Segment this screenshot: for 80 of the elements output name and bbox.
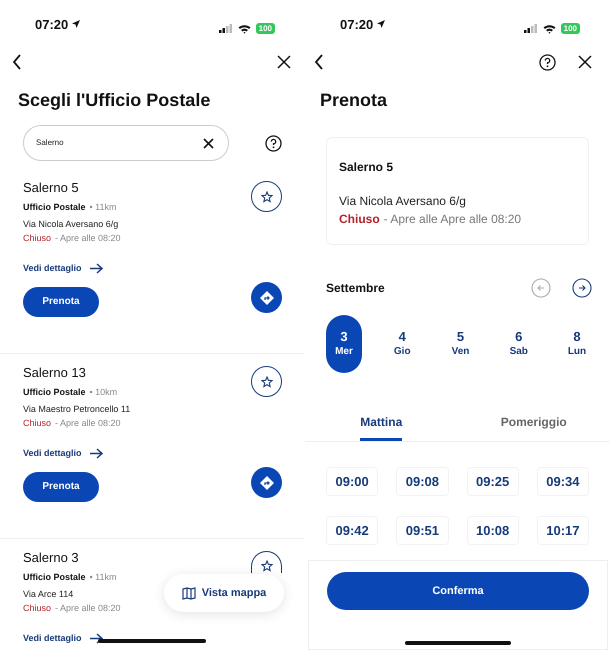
favorite-star-button[interactable] xyxy=(251,551,282,573)
opening-time: - Apre alle Apre alle 08:20 xyxy=(384,211,522,228)
page-title: Prenota xyxy=(319,88,388,112)
day-button[interactable]: 5 Ven xyxy=(442,315,478,373)
office-address: Via Nicola Aversano 6/g xyxy=(23,218,120,230)
period-tab[interactable]: Pomeriggio xyxy=(500,413,567,441)
period-tab[interactable]: Mattina xyxy=(360,413,402,441)
office-distance: • 11km xyxy=(90,201,117,213)
office-distance: • 11km xyxy=(90,571,117,583)
office-type: Ufficio Postale xyxy=(23,201,86,213)
month-label: Settembre xyxy=(326,280,385,297)
closed-status: Chiuso xyxy=(339,211,380,228)
favorite-star-button[interactable] xyxy=(251,181,282,212)
back-icon[interactable] xyxy=(12,54,22,70)
time-slot[interactable]: 09:08 xyxy=(396,467,448,496)
details-link[interactable]: Vedi dettaglio xyxy=(23,632,82,646)
office-name: Salerno 3 xyxy=(23,549,80,567)
time-slot[interactable]: 09:00 xyxy=(326,467,378,496)
map-icon xyxy=(182,586,196,600)
close-icon[interactable] xyxy=(277,55,291,69)
time-slot[interactable]: 09:51 xyxy=(396,516,448,545)
arrow-right-icon xyxy=(90,448,103,460)
location-arrow-icon xyxy=(71,19,82,30)
clock-time: 07:20 xyxy=(340,16,374,34)
directions-icon xyxy=(258,474,274,490)
time-slot[interactable]: 09:25 xyxy=(466,467,519,496)
help-icon[interactable] xyxy=(539,54,556,70)
signal-icon xyxy=(524,24,538,33)
arrow-right-icon xyxy=(90,263,103,274)
time-slot[interactable]: 09:34 xyxy=(536,467,589,496)
search-input[interactable]: Salerno xyxy=(36,137,176,149)
time-slot[interactable]: 10:17 xyxy=(536,516,589,545)
office-name: Salerno 5 xyxy=(339,159,394,176)
closed-status: Chiuso xyxy=(23,602,52,614)
signal-icon xyxy=(218,24,233,33)
wifi-icon xyxy=(238,24,251,34)
office-distance: • 10km xyxy=(90,386,118,398)
opening-time: - Apre alle 08:20 xyxy=(55,232,121,244)
confirm-button[interactable]: Conferma xyxy=(327,572,589,610)
details-link[interactable]: Vedi dettaglio xyxy=(23,447,82,460)
day-button[interactable]: 4 Gio xyxy=(384,315,420,373)
page-title: Scegli l'Ufficio Postale xyxy=(17,88,212,112)
location-arrow-icon xyxy=(376,19,386,30)
battery-level: 100 xyxy=(560,23,580,34)
office-type: Ufficio Postale xyxy=(23,571,86,583)
day-button[interactable]: 3 Mer xyxy=(326,315,362,373)
wifi-icon xyxy=(542,24,556,34)
clock-time: 07:20 xyxy=(35,16,68,34)
book-button[interactable]: Prenota xyxy=(23,286,99,316)
star-icon xyxy=(260,190,272,202)
favorite-star-button[interactable] xyxy=(251,366,282,397)
search-field[interactable]: Salerno xyxy=(23,125,229,161)
battery-level: 100 xyxy=(256,23,275,34)
book-button[interactable]: Prenota xyxy=(23,472,99,502)
opening-time: - Apre alle 08:20 xyxy=(55,417,121,429)
star-icon xyxy=(260,560,272,572)
time-slot[interactable]: 09:42 xyxy=(326,516,378,545)
directions-button[interactable] xyxy=(251,467,282,498)
close-icon[interactable] xyxy=(578,55,592,69)
star-icon xyxy=(260,376,272,388)
closed-status: Chiuso xyxy=(23,232,52,244)
office-address: Via Nicola Aversano 6/g xyxy=(339,193,467,210)
opening-time: - Apre alle 08:20 xyxy=(55,602,121,614)
office-address: Via Maestro Petroncello 11 xyxy=(23,403,130,415)
office-address: Via Arce 114 xyxy=(23,588,74,600)
day-button[interactable]: 8 Lun xyxy=(559,315,595,373)
details-link[interactable]: Vedi dettaglio xyxy=(23,262,82,276)
time-slot[interactable]: 10:08 xyxy=(466,516,519,545)
help-icon[interactable] xyxy=(265,134,282,152)
directions-icon xyxy=(258,290,274,306)
arrow-right-icon xyxy=(90,633,103,644)
directions-button[interactable] xyxy=(251,282,282,313)
office-name: Salerno 13 xyxy=(23,364,87,382)
map-view-button[interactable]: Vista mappa xyxy=(164,574,284,612)
office-name: Salerno 5 xyxy=(23,179,80,197)
day-button[interactable]: 6 Sab xyxy=(500,315,537,373)
closed-status: Chiuso xyxy=(23,417,52,429)
clear-icon[interactable] xyxy=(203,138,214,148)
back-icon[interactable] xyxy=(314,54,324,70)
office-type: Ufficio Postale xyxy=(23,386,86,398)
